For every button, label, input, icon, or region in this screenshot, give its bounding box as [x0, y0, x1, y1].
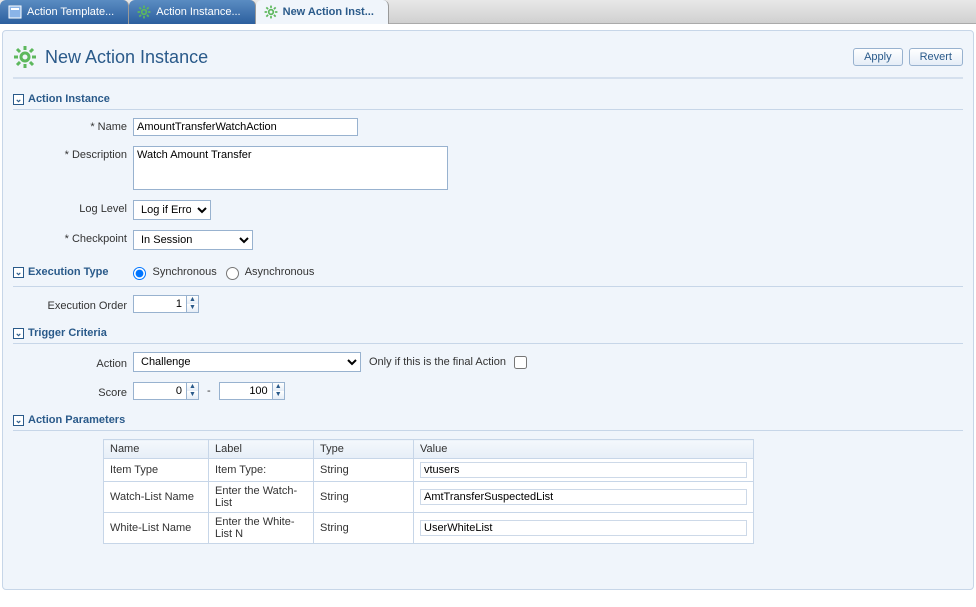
section-toggle-execution-type[interactable]: ⌄ Execution Type Synchronous Asynchronou…: [13, 264, 314, 280]
col-header-label: Label: [209, 440, 314, 459]
section-toggle-action-instance[interactable]: ⌄ Action Instance: [13, 93, 963, 105]
stepper-down-icon[interactable]: ▼: [187, 391, 198, 399]
param-name: Watch-List Name: [104, 482, 209, 513]
section-toggle-action-parameters[interactable]: ⌄ Action Parameters: [13, 414, 963, 426]
param-value-input[interactable]: [420, 489, 747, 505]
final-action-label: Only if this is the final Action: [369, 356, 506, 368]
chevron-down-icon: ⌄: [13, 94, 24, 105]
action-select[interactable]: Challenge: [133, 352, 361, 372]
chevron-down-icon: ⌄: [13, 415, 24, 426]
table-row: Watch-List NameEnter the Watch-ListStrin…: [104, 482, 754, 513]
score-min-input[interactable]: [134, 383, 186, 399]
score-max-input[interactable]: [220, 383, 272, 399]
param-label: Enter the White-List N: [209, 513, 314, 544]
param-label: Enter the Watch-List: [209, 482, 314, 513]
async-label: Asynchronous: [245, 266, 315, 278]
divider: [13, 430, 963, 431]
col-header-value: Value: [414, 440, 754, 459]
execution-order-input[interactable]: [134, 296, 186, 312]
chevron-down-icon: ⌄: [13, 267, 24, 278]
checkpoint-select[interactable]: In Session: [133, 230, 253, 250]
name-input[interactable]: [133, 118, 358, 136]
table-row: Item TypeItem Type:String: [104, 459, 754, 482]
section-title: Trigger Criteria: [28, 327, 107, 339]
gear-icon: [137, 5, 151, 19]
stepper-up-icon[interactable]: ▲: [273, 383, 284, 391]
sync-radio-input[interactable]: [133, 267, 146, 280]
score-min-stepper[interactable]: ▲▼: [133, 382, 199, 400]
param-type: String: [314, 459, 414, 482]
parameters-table: Name Label Type Value Item TypeItem Type…: [103, 439, 754, 544]
col-header-name: Name: [104, 440, 209, 459]
action-label: Action: [13, 355, 133, 370]
section-trigger-criteria: ⌄ Trigger Criteria Action Challenge Only…: [13, 327, 963, 400]
tab-label: New Action Inst...: [283, 6, 374, 18]
revert-button[interactable]: Revert: [909, 48, 963, 66]
tab-new-action-instance[interactable]: New Action Inst...: [256, 0, 389, 24]
description-input[interactable]: [133, 146, 448, 190]
tab-bar: Action Template... Action Instance... Ne…: [0, 0, 976, 24]
param-type: String: [314, 482, 414, 513]
loglevel-select[interactable]: Log if Error: [133, 200, 211, 220]
page-body: New Action Instance Apply Revert ⌄ Actio…: [2, 30, 974, 590]
loglevel-label: Log Level: [13, 200, 133, 215]
checkpoint-label: Checkpoint: [13, 230, 133, 245]
section-title: Execution Type: [28, 266, 108, 278]
description-label: Description: [13, 146, 133, 161]
page-header: New Action Instance Apply Revert: [13, 45, 963, 79]
template-icon: [8, 5, 22, 19]
section-action-parameters: ⌄ Action Parameters Name Label Type Valu…: [13, 414, 963, 544]
divider: [13, 343, 963, 344]
param-name: White-List Name: [104, 513, 209, 544]
score-max-stepper[interactable]: ▲▼: [219, 382, 285, 400]
execution-order-stepper[interactable]: ▲▼: [133, 295, 199, 313]
apply-button[interactable]: Apply: [853, 48, 903, 66]
section-title: Action Parameters: [28, 414, 125, 426]
param-value-input[interactable]: [420, 520, 747, 536]
tab-label: Action Template...: [27, 6, 114, 18]
chevron-down-icon: ⌄: [13, 328, 24, 339]
stepper-up-icon[interactable]: ▲: [187, 296, 198, 304]
stepper-up-icon[interactable]: ▲: [187, 383, 198, 391]
section-toggle-trigger-criteria[interactable]: ⌄ Trigger Criteria: [13, 327, 963, 339]
divider: [13, 109, 963, 110]
stepper-down-icon[interactable]: ▼: [187, 304, 198, 312]
name-label: Name: [13, 118, 133, 133]
tab-label: Action Instance...: [156, 6, 240, 18]
async-radio[interactable]: Asynchronous: [221, 264, 315, 280]
col-header-type: Type: [314, 440, 414, 459]
page-title: New Action Instance: [45, 47, 208, 68]
section-action-instance: ⌄ Action Instance Name Description Log L…: [13, 93, 963, 250]
param-name: Item Type: [104, 459, 209, 482]
score-dash: -: [207, 385, 211, 397]
tab-action-instance[interactable]: Action Instance...: [129, 0, 255, 24]
final-action-checkbox[interactable]: [514, 356, 527, 369]
stepper-down-icon[interactable]: ▼: [273, 391, 284, 399]
tab-action-template[interactable]: Action Template...: [0, 0, 129, 24]
sync-label: Synchronous: [152, 266, 216, 278]
param-type: String: [314, 513, 414, 544]
table-row: White-List NameEnter the White-List NStr…: [104, 513, 754, 544]
score-label: Score: [13, 384, 133, 399]
sync-radio[interactable]: Synchronous: [128, 264, 216, 280]
execution-order-label: Execution Order: [13, 297, 133, 312]
divider: [13, 286, 963, 287]
section-execution-type: ⌄ Execution Type Synchronous Asynchronou…: [13, 264, 963, 313]
section-title: Action Instance: [28, 93, 110, 105]
param-label: Item Type:: [209, 459, 314, 482]
gear-icon: [264, 5, 278, 19]
async-radio-input[interactable]: [226, 267, 239, 280]
param-value-input[interactable]: [420, 462, 747, 478]
gear-icon: [13, 45, 37, 69]
